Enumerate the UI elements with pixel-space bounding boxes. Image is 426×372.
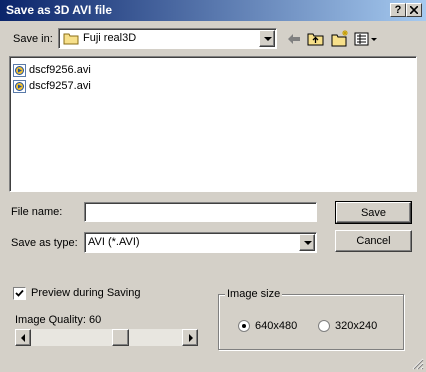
save-in-label: Save in: bbox=[13, 33, 53, 45]
checkmark-icon bbox=[15, 289, 24, 297]
chevron-down-icon bbox=[304, 241, 312, 245]
preview-label: Preview during Saving bbox=[31, 287, 141, 299]
slider-thumb[interactable] bbox=[112, 329, 129, 346]
file-list[interactable]: dscf9256.avi dscf9257.avi bbox=[9, 56, 417, 192]
arrow-left-icon bbox=[21, 334, 25, 342]
window-title: Save as 3D AVI file bbox=[6, 3, 113, 17]
save-as-type-label: Save as type: bbox=[11, 237, 78, 249]
chevron-down-icon bbox=[264, 37, 272, 41]
save-in-dropdown-button[interactable] bbox=[259, 30, 275, 47]
radio-640x480-label: 640x480 bbox=[255, 320, 298, 332]
list-item[interactable]: dscf9257.avi bbox=[13, 78, 91, 94]
up-folder-icon bbox=[307, 33, 324, 46]
image-quality-label: Image Quality: 60 bbox=[15, 314, 101, 326]
file-name: dscf9256.avi bbox=[29, 64, 91, 76]
file-name-input[interactable] bbox=[84, 202, 317, 222]
radio-640x480[interactable] bbox=[238, 320, 250, 332]
preview-checkbox[interactable] bbox=[13, 287, 26, 300]
up-folder-button[interactable] bbox=[307, 30, 325, 48]
save-as-type-value: AVI (*.AVI) bbox=[88, 236, 140, 248]
file-name: dscf9257.avi bbox=[29, 80, 91, 92]
file-name-label: File name: bbox=[11, 206, 63, 218]
avi-file-icon bbox=[13, 63, 26, 77]
close-button[interactable] bbox=[406, 3, 422, 17]
save-in-value: Fuji real3D bbox=[83, 32, 137, 44]
radio-320x240-label: 320x240 bbox=[335, 320, 378, 332]
slider-right-button[interactable] bbox=[182, 329, 198, 346]
image-quality-value: 60 bbox=[88, 314, 102, 326]
view-menu-icon bbox=[354, 32, 377, 46]
cancel-button[interactable]: Cancel bbox=[335, 230, 412, 252]
back-button[interactable] bbox=[286, 31, 302, 47]
help-button[interactable]: ? bbox=[390, 3, 406, 17]
close-icon bbox=[409, 5, 419, 15]
back-arrow-icon bbox=[288, 34, 300, 44]
slider-left-button[interactable] bbox=[15, 329, 31, 346]
save-button[interactable]: Save bbox=[335, 201, 412, 224]
save-in-dropdown[interactable]: Fuji real3D bbox=[58, 28, 277, 49]
radio-selected-dot bbox=[242, 324, 246, 328]
radio-320x240[interactable] bbox=[318, 320, 330, 332]
image-quality-slider[interactable] bbox=[15, 329, 198, 346]
save-as-type-dropdown[interactable]: AVI (*.AVI) bbox=[84, 232, 317, 253]
image-size-legend: Image size bbox=[225, 288, 283, 300]
resize-grip-icon[interactable] bbox=[412, 358, 424, 370]
avi-file-icon bbox=[13, 79, 26, 93]
view-menu-button[interactable] bbox=[354, 31, 378, 47]
folder-icon bbox=[63, 33, 79, 45]
save-button-face: Save bbox=[336, 202, 411, 223]
new-folder-icon bbox=[331, 30, 348, 47]
image-quality-label-text: Image Quality: bbox=[15, 314, 86, 326]
new-folder-button[interactable] bbox=[331, 29, 350, 48]
arrow-right-icon bbox=[189, 334, 193, 342]
save-as-type-dropdown-button[interactable] bbox=[299, 234, 315, 251]
list-item[interactable]: dscf9256.avi bbox=[13, 62, 91, 78]
